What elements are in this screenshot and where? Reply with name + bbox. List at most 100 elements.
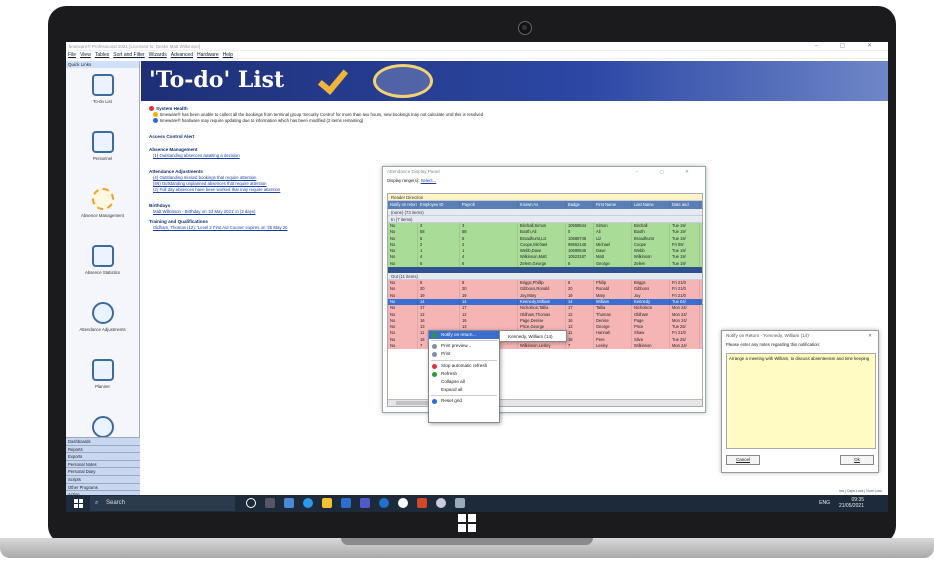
chart-icon	[91, 245, 114, 267]
task-link[interactable]: (1) Outstanding absences awaiting a deci…	[153, 153, 240, 158]
group-none[interactable]: (none) (73 items)	[388, 209, 702, 216]
close-icon[interactable]: ✕	[868, 331, 872, 341]
todo-banner: 'To-do' List	[141, 61, 888, 101]
section-heading: System Health	[156, 106, 188, 111]
windows-taskbar: ⌕ Search ENG 09:35 21/05/2021	[66, 495, 888, 512]
nav-dashboards[interactable]: Dashboards	[66, 437, 140, 445]
group-in[interactable]: In (7 items)	[388, 216, 702, 223]
menu-file[interactable]: File	[68, 51, 76, 58]
sidebar-item-attendance-adjustments[interactable]: Attendance Adjustments	[66, 302, 139, 353]
menu-label: Stop automatic refresh	[441, 362, 488, 368]
task-link[interactable]: Matt Wilkinson - Birthday on '23 May 202…	[153, 209, 255, 214]
dialog-prompt: Please enter any notes regarding this no…	[726, 342, 821, 347]
table-cell: Wilkinson,Lesley	[518, 343, 566, 350]
table-cell: 7	[566, 343, 594, 350]
cortana-icon[interactable]	[246, 498, 256, 508]
sidebar-label: To-do List	[93, 99, 112, 104]
range-select-link[interactable]: Select...	[421, 178, 437, 183]
window-controls[interactable]: – ▢ ✕	[815, 42, 882, 51]
task-link[interactable]: Oldham, Thomas (12): 'Level 2 First Aid …	[153, 225, 287, 230]
chrome-icon[interactable]	[398, 498, 408, 508]
task-text: timeware® hardware may require updating …	[160, 118, 364, 123]
task-link[interactable]: (4) Outstanding missed bookings that req…	[153, 175, 256, 180]
sidebar-item-todo[interactable]: To-do List	[66, 74, 139, 125]
clipboard-icon	[91, 74, 114, 96]
column-header[interactable]: Notify on return	[388, 201, 418, 209]
sidebar-label: Personnel	[92, 156, 113, 161]
menu-refresh[interactable]: Refresh	[429, 370, 499, 378]
column-header[interactable]: First Name	[594, 201, 632, 209]
menu-print[interactable]: Print	[429, 350, 499, 358]
sidebar-item-personnel[interactable]: Personnel	[66, 131, 139, 182]
task-view-icon[interactable]	[265, 498, 275, 508]
group-by-header[interactable]: Reader Direction	[388, 194, 702, 201]
menu-collapse-all[interactable]: Collapse all	[429, 378, 499, 386]
section-heading: Birthdays	[149, 203, 171, 208]
column-header[interactable]: Last Name	[632, 201, 670, 209]
sidebar-label: Planner	[95, 384, 110, 389]
menu-expand-all[interactable]: Expand all	[429, 386, 499, 394]
column-header[interactable]: Payroll	[460, 201, 518, 209]
menu-view[interactable]: View	[80, 51, 91, 58]
menu-label: Print preview...	[441, 343, 472, 349]
notes-textarea[interactable]: Arrange a meeting with William, to discu…	[726, 353, 876, 449]
panel-window-controls[interactable]: – ▢ ✕	[636, 167, 699, 177]
sidebar-item-planner[interactable]: Planner	[66, 359, 139, 410]
column-header[interactable]: Employee ID	[418, 201, 460, 209]
print-preview-icon	[432, 344, 437, 350]
context-menu: Notify on return... Print preview... Pri…	[428, 330, 500, 423]
sidebar-item-absence-management[interactable]: Absence Management	[66, 188, 139, 239]
nav-reports[interactable]: Reports	[66, 444, 140, 453]
menu-advanced[interactable]: Advanced	[171, 51, 193, 58]
menu-wizards[interactable]: Wizards	[149, 51, 167, 58]
powerpoint-icon[interactable]	[417, 498, 427, 508]
column-header[interactable]: Known As	[518, 201, 566, 209]
table-row[interactable]: No 6 6 Zelem,George 6 George Zelem Tue 19/	[388, 260, 702, 268]
menu-help[interactable]: Help	[223, 51, 233, 58]
menu-tables[interactable]: Tables	[95, 51, 109, 58]
edge-icon[interactable]	[303, 498, 313, 508]
panel-titlebar: Attendance Display Panel – ▢ ✕	[383, 167, 705, 177]
refresh-icon	[432, 371, 437, 377]
app-icon[interactable]	[284, 498, 294, 508]
printer-icon	[432, 352, 437, 358]
cancel-button[interactable]: Cancel	[726, 455, 760, 465]
planner-icon	[91, 359, 114, 381]
teams-icon[interactable]	[360, 498, 370, 508]
nav-scripts[interactable]: Scripts	[66, 475, 140, 483]
column-header[interactable]: Date and	[670, 201, 700, 209]
task-link[interactable]: (2) Full day absences have been worked t…	[153, 187, 280, 192]
ok-button[interactable]: Ok	[840, 455, 874, 465]
menu-reset-grid[interactable]: Reset grid	[429, 397, 499, 405]
start-icon[interactable]	[74, 499, 83, 508]
menu-separator	[431, 359, 497, 361]
timeware-icon[interactable]	[379, 498, 389, 508]
language-indicator[interactable]: ENG	[819, 500, 830, 506]
menu-hardware[interactable]: Hardware	[197, 51, 219, 58]
nav-personal-notes[interactable]: Personal Notes	[66, 459, 140, 468]
menu-stop-refresh[interactable]: Stop automatic refresh	[429, 362, 499, 370]
photos-icon[interactable]	[455, 498, 465, 508]
search-app-icon[interactable]	[436, 498, 446, 508]
task-link[interactable]: (86) Outstanding unplanned absences that…	[153, 181, 266, 186]
window-titlebar: timeware® Professional 2021 [Licensed to…	[66, 42, 888, 51]
outlook-icon[interactable]	[341, 498, 351, 508]
taskbar-search[interactable]: ⌕ Search	[90, 496, 235, 511]
sidebar-item-absence-statistics[interactable]: Absence Statistics	[66, 245, 139, 296]
menu-separator	[431, 340, 497, 342]
menu-notify-on-return[interactable]: Notify on return...	[429, 331, 499, 340]
clock-date[interactable]: 21/05/2021	[839, 503, 864, 509]
column-header[interactable]: Badge	[566, 201, 594, 209]
explorer-icon[interactable]	[322, 498, 332, 508]
range-label: Display range(s):	[387, 178, 420, 183]
table-cell: George	[594, 260, 632, 268]
menu-sort-filter[interactable]: Sort and Filter	[113, 51, 144, 58]
nav-personal-diary[interactable]: Personal Diary	[66, 467, 140, 475]
submenu-employee[interactable]: Kennedy, William (14)	[499, 330, 567, 342]
nav-exports[interactable]: Exports	[66, 452, 140, 460]
section-heading: Attendance Adjustments	[149, 169, 203, 174]
menu-print-preview[interactable]: Print preview...	[429, 342, 499, 350]
group-out[interactable]: Out (11 items)	[388, 273, 702, 281]
warning-icon	[153, 112, 158, 118]
table-cell: Zelem,George	[518, 260, 566, 268]
